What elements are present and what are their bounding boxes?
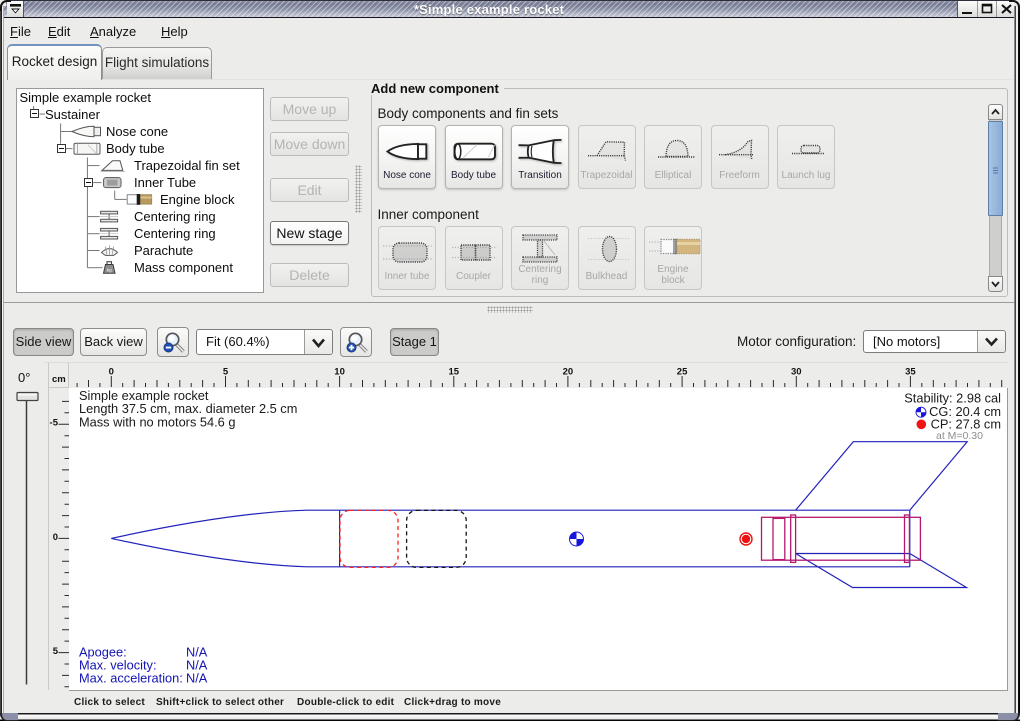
svg-text:20: 20 <box>563 367 574 378</box>
svg-text:at M=0.30: at M=0.30 <box>936 430 983 442</box>
svg-text:0°: 0° <box>18 370 30 385</box>
svg-text:Max. acceleration:: Max. acceleration: <box>79 671 183 686</box>
svg-text:N/A: N/A <box>186 671 208 686</box>
svg-text:0: 0 <box>109 367 114 378</box>
svg-text:15: 15 <box>449 367 460 378</box>
svg-text:cm: cm <box>52 374 66 385</box>
svg-text:30: 30 <box>791 367 802 378</box>
svg-text:0: 0 <box>53 532 58 543</box>
svg-text:10: 10 <box>334 367 345 378</box>
svg-text:Mass with no motors 54.6 g: Mass with no motors 54.6 g <box>79 414 235 429</box>
svg-text:35: 35 <box>905 367 916 378</box>
svg-text:-5: -5 <box>50 418 59 429</box>
svg-text:25: 25 <box>677 367 688 378</box>
svg-text:5: 5 <box>53 646 59 657</box>
svg-text:5: 5 <box>223 367 229 378</box>
